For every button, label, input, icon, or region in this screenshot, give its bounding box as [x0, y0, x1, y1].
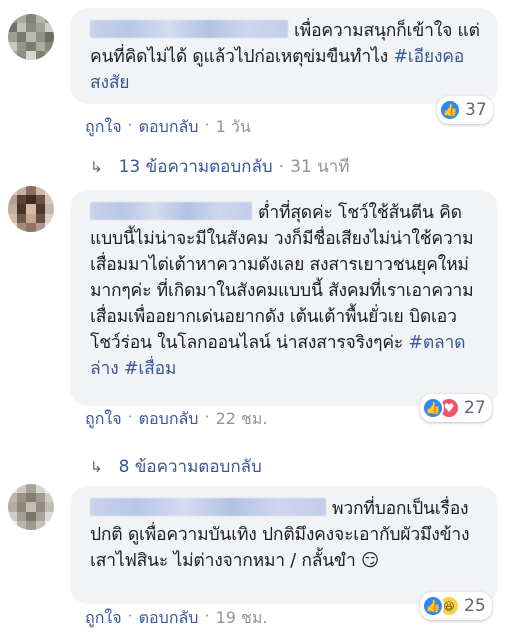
separator: ·: [127, 407, 133, 426]
reactions-summary[interactable]: 👍 😆 25: [420, 592, 492, 620]
reply-link[interactable]: ตอบกลับ: [139, 606, 199, 631]
replies-count-label[interactable]: 8 ข้อความตอบกลับ: [119, 453, 262, 480]
smirk-emoji-icon: 😏: [361, 551, 380, 571]
comment-text: พวกที่บอกเป็นเรื่องปกติ ดูเพื่อความบันเท…: [90, 498, 470, 571]
author-name[interactable]: [90, 498, 326, 516]
reply-arrow-icon: ↳: [90, 457, 103, 476]
author-name[interactable]: [90, 202, 252, 220]
comment-bubble: เพื่อความสนุกก็เข้าใจ แต่คนที่คิดไม่ได้ …: [70, 8, 498, 104]
like-reaction-icon: 👍: [422, 397, 444, 419]
reaction-count: 25: [464, 596, 486, 616]
replies-time: 31 นาที: [290, 157, 350, 177]
reaction-count: 27: [464, 398, 486, 418]
comment-text: เพื่อความสนุกก็เข้าใจ แต่คนที่คิดไม่ได้ …: [90, 20, 480, 93]
comment-actions: ถูกใจ · ตอบกลับ · 1 วัน: [85, 115, 251, 140]
comment-actions: ถูกใจ · ตอบกลับ · 19 ชม.: [85, 606, 268, 631]
timestamp[interactable]: 19 ชม.: [216, 606, 268, 631]
separator: ·: [204, 407, 210, 426]
timestamp[interactable]: 1 วัน: [216, 115, 251, 140]
comment-text: ต่ำที่สุดค่ะ โชว์ใช้ส้นตีน คิดแบบนี้ไม่น…: [90, 202, 474, 379]
like-reaction-icon: 👍: [439, 99, 461, 121]
comment-actions: ถูกใจ · ตอบกลับ · 22 ชม.: [85, 407, 268, 432]
view-replies-link[interactable]: ↳ 13 ข้อความตอบกลับ · 31 นาที: [90, 153, 350, 180]
like-link[interactable]: ถูกใจ: [85, 115, 122, 140]
reactions-summary[interactable]: 👍 37: [437, 96, 493, 124]
separator: ·: [204, 115, 210, 134]
replies-count-label[interactable]: 13 ข้อความตอบกลับ: [119, 153, 273, 180]
view-replies-link[interactable]: ↳ 8 ข้อความตอบกลับ: [90, 453, 262, 480]
timestamp[interactable]: 22 ชม.: [216, 407, 268, 432]
like-link[interactable]: ถูกใจ: [85, 606, 122, 631]
comment-bubble: พวกที่บอกเป็นเรื่องปกติ ดูเพื่อความบันเท…: [70, 486, 498, 604]
separator: ·: [278, 156, 285, 177]
reply-arrow-icon: ↳: [90, 157, 103, 176]
avatar[interactable]: [8, 484, 54, 530]
avatar[interactable]: [8, 186, 54, 232]
reaction-count: 37: [465, 100, 487, 120]
separator: ·: [127, 115, 133, 134]
separator: ·: [204, 606, 210, 625]
hashtag-link[interactable]: #เสื่อม: [124, 359, 177, 379]
like-link[interactable]: ถูกใจ: [85, 407, 122, 432]
reply-link[interactable]: ตอบกลับ: [139, 115, 199, 140]
like-reaction-icon: 👍: [422, 595, 444, 617]
comment-bubble: ต่ำที่สุดค่ะ โชว์ใช้ส้นตีน คิดแบบนี้ไม่น…: [70, 190, 498, 406]
avatar[interactable]: [8, 14, 54, 60]
separator: ·: [127, 606, 133, 625]
author-name[interactable]: [90, 20, 288, 38]
reply-link[interactable]: ตอบกลับ: [139, 407, 199, 432]
reactions-summary[interactable]: 👍 ♥ 27: [420, 394, 492, 422]
